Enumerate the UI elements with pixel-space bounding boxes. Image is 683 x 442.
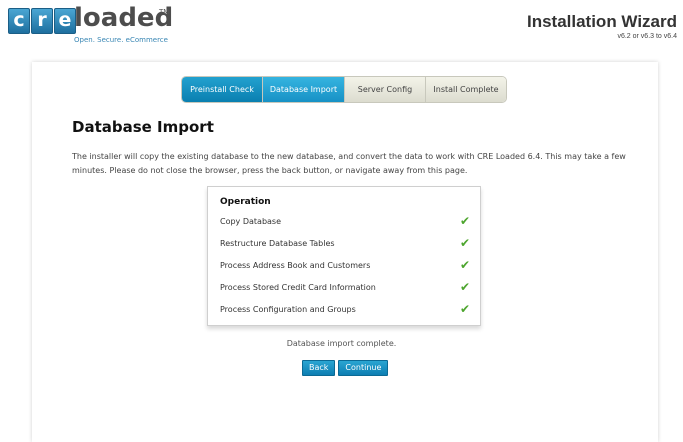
table-row: Process Stored Credit Card Information ✔: [220, 280, 470, 295]
operation-label: Copy Database: [220, 217, 282, 226]
section-description: The installer will copy the existing dat…: [72, 152, 626, 175]
operation-label: Process Address Book and Customers: [220, 261, 371, 270]
step-install-complete[interactable]: Install Complete: [426, 77, 506, 102]
checkmark-icon: ✔: [459, 280, 470, 294]
continue-button[interactable]: Continue: [338, 360, 389, 376]
action-buttons: Back Continue: [302, 360, 389, 376]
operation-label: Process Stored Credit Card Information: [220, 283, 376, 292]
cre-loaded-logo: c r e loaded TM Open. Secure. eCommerce: [8, 3, 183, 44]
table-row: Copy Database ✔: [220, 214, 470, 229]
version-label: v6.2 or v6.3 to v6.4: [617, 33, 677, 40]
step-preinstall-check[interactable]: Preinstall Check: [182, 77, 263, 102]
checkmark-icon: ✔: [459, 258, 470, 272]
operation-label: Process Configuration and Groups: [220, 305, 356, 314]
operations-header: Operation: [220, 197, 271, 207]
wizard-steps: Preinstall Check Database Import Server …: [181, 76, 507, 103]
step-server-config[interactable]: Server Config: [345, 77, 426, 102]
checkmark-icon: ✔: [459, 236, 470, 250]
logo-trademark: TM: [159, 8, 170, 16]
logo-tagline: Open. Secure. eCommerce: [74, 36, 168, 44]
operation-label: Restructure Database Tables: [220, 239, 335, 248]
logo-letter-boxes: c r e: [8, 8, 77, 34]
logo-letter-c: c: [8, 8, 30, 34]
logo-letter-e: e: [54, 8, 76, 34]
table-row: Process Configuration and Groups ✔: [220, 302, 470, 317]
section-heading: Database Import: [72, 118, 214, 136]
table-row: Process Address Book and Customers ✔: [220, 258, 470, 273]
checkmark-icon: ✔: [459, 302, 470, 316]
operations-table: Operation Copy Database ✔ Restructure Da…: [207, 186, 481, 326]
page-title: Installation Wizard: [526, 12, 677, 31]
logo-letter-r: r: [31, 8, 53, 34]
back-button[interactable]: Back: [302, 360, 336, 376]
checkmark-icon: ✔: [459, 214, 470, 228]
step-database-import[interactable]: Database Import: [263, 77, 345, 102]
status-message: Database import complete.: [286, 339, 397, 348]
table-row: Restructure Database Tables ✔: [220, 236, 470, 251]
